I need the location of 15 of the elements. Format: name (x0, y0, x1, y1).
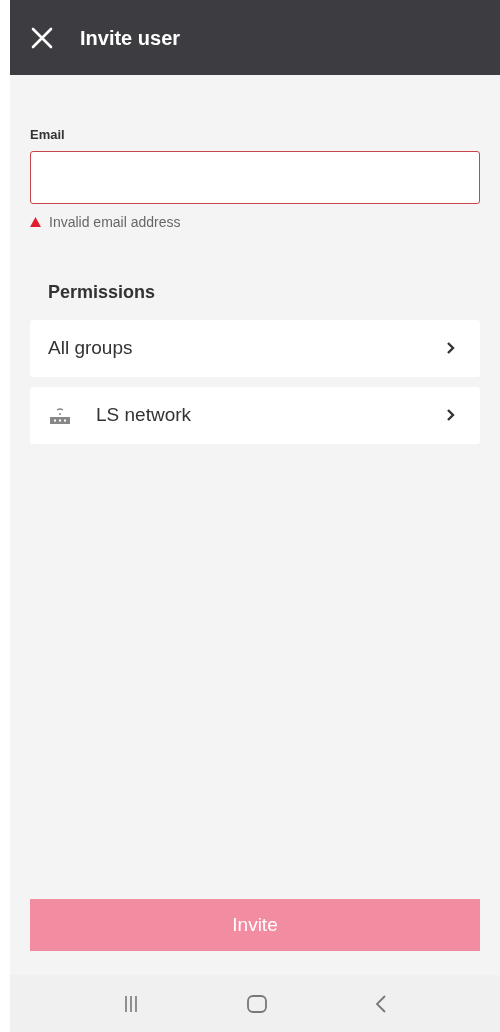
permission-item[interactable]: LS network (30, 386, 480, 444)
chevron-right-icon (446, 341, 456, 355)
back-icon[interactable] (374, 994, 387, 1013)
email-field[interactable] (30, 150, 480, 204)
error-message: Invalid email address (49, 212, 181, 232)
warning-icon (30, 217, 41, 227)
close-icon[interactable] (30, 25, 54, 50)
router-icon (48, 405, 72, 425)
section-heading: Permissions (48, 280, 157, 304)
header-title: Invite user (80, 25, 181, 51)
recent-apps-icon[interactable] (123, 994, 140, 1013)
home-icon[interactable] (246, 993, 268, 1014)
field-label: Email (30, 126, 66, 144)
permission-item[interactable]: All groups (30, 319, 480, 377)
chevron-right-icon (446, 408, 456, 422)
